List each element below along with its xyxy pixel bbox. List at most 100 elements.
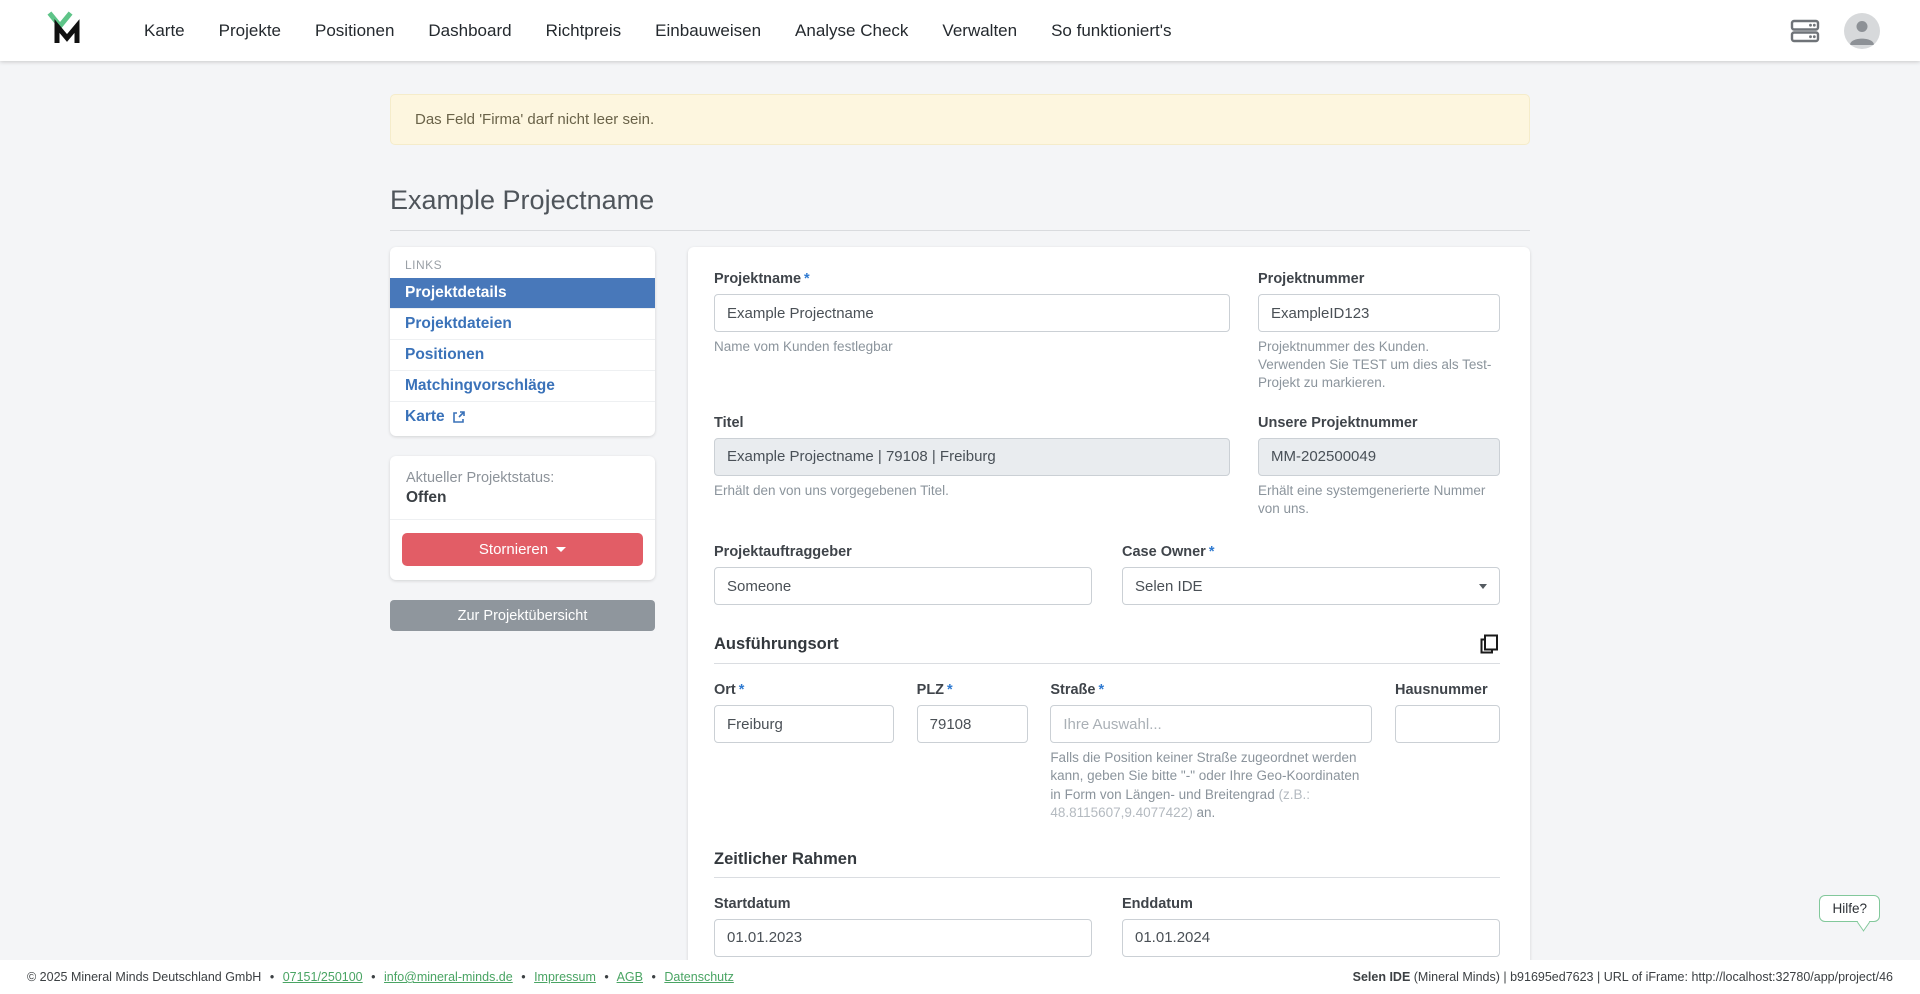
- sidebar-item-karte[interactable]: Karte: [390, 402, 655, 432]
- projektnummer-label: Projektnummer: [1258, 271, 1500, 287]
- nav-item-projekte[interactable]: Projekte: [204, 13, 296, 49]
- footer-link-agb[interactable]: AGB: [617, 970, 643, 984]
- projektnummer-field-group: Projektnummer Projektnummer des Kunden. …: [1258, 271, 1500, 393]
- hausnummer-input[interactable]: [1395, 705, 1500, 743]
- sidebar-item-label: Karte: [405, 408, 445, 426]
- user-avatar-icon[interactable]: [1844, 13, 1880, 49]
- sidebar-item-positionen[interactable]: Positionen: [390, 340, 655, 371]
- project-details-form-card: Projektname* Name vom Kunden festlegbar …: [688, 247, 1530, 979]
- required-marker: *: [947, 682, 953, 698]
- strasse-field-group: Straße* Falls die Position keiner Straße…: [1050, 682, 1372, 822]
- nav-item-karte[interactable]: Karte: [129, 13, 200, 49]
- main-nav-links: Karte Projekte Positionen Dashboard Rich…: [129, 13, 1187, 49]
- case-owner-selected-value: Selen IDE: [1135, 578, 1203, 595]
- sidebar-item-projektdetails[interactable]: Projektdetails: [390, 278, 655, 309]
- stornieren-button[interactable]: Stornieren: [402, 533, 643, 566]
- required-marker: *: [1209, 544, 1215, 560]
- enddatum-field-group: Enddatum: [1122, 896, 1500, 957]
- footer-link-phone[interactable]: 07151/250100: [283, 970, 363, 984]
- copy-icon[interactable]: [1478, 633, 1500, 655]
- nav-item-analyse-check[interactable]: Analyse Check: [780, 13, 923, 49]
- links-card: LINKS Projektdetails Projektdateien Posi…: [390, 247, 655, 436]
- server-icon[interactable]: [1790, 18, 1820, 44]
- footer-user: Selen IDE: [1353, 970, 1411, 984]
- ausfuehrungsort-heading: Ausführungsort: [714, 635, 839, 654]
- sidebar-item-label: Matchingvorschläge: [405, 377, 555, 395]
- startdatum-label: Startdatum: [714, 896, 1092, 912]
- select-caret-icon: [1479, 584, 1487, 589]
- required-marker: *: [804, 271, 810, 287]
- nav-item-einbauweisen[interactable]: Einbauweisen: [640, 13, 776, 49]
- alert-message: Das Feld 'Firma' darf nicht leer sein.: [415, 111, 654, 128]
- links-header: LINKS: [390, 247, 655, 278]
- help-bubble-tail: [1857, 913, 1870, 931]
- projektname-input[interactable]: [714, 294, 1230, 332]
- top-navigation-bar: Karte Projekte Positionen Dashboard Rich…: [0, 0, 1920, 61]
- nav-item-so-funktionierts[interactable]: So funktioniert's: [1036, 13, 1186, 49]
- titel-helper: Erhält den von uns vorgegebenen Titel.: [714, 482, 1230, 500]
- footer-link-email[interactable]: info@mineral-minds.de: [384, 970, 513, 984]
- help-button[interactable]: Hilfe?: [1819, 895, 1880, 922]
- nav-item-richtpreis[interactable]: Richtpreis: [531, 13, 637, 49]
- projektname-field-group: Projektname* Name vom Kunden festlegbar: [714, 271, 1230, 393]
- project-status-card: Aktueller Projektstatus: Offen Storniere…: [390, 456, 655, 580]
- titel-field-group: Titel Erhält den von uns vorgegebenen Ti…: [714, 415, 1230, 518]
- required-marker: *: [739, 682, 745, 698]
- projektnummer-input[interactable]: [1258, 294, 1500, 332]
- projektauftraggeber-field-group: Projektauftraggeber: [714, 544, 1092, 605]
- section-divider: [714, 663, 1500, 664]
- nav-item-positionen[interactable]: Positionen: [300, 13, 409, 49]
- unsere-projektnummer-label: Unsere Projektnummer: [1258, 415, 1500, 431]
- nav-item-dashboard[interactable]: Dashboard: [413, 13, 526, 49]
- enddatum-input[interactable]: [1122, 919, 1500, 957]
- ort-field-group: Ort*: [714, 682, 894, 822]
- titel-input: [714, 438, 1230, 476]
- footer-left: © 2025 Mineral Minds Deutschland GmbH • …: [27, 970, 734, 984]
- sidebar-item-label: Positionen: [405, 346, 484, 364]
- ort-input[interactable]: [714, 705, 894, 743]
- page-title: Example Projectname: [390, 185, 1530, 231]
- sidebar-item-label: Projektdetails: [405, 284, 507, 302]
- footer-session-info: Selen IDE (Mineral Minds) | b91695ed7623…: [1353, 970, 1893, 984]
- enddatum-label: Enddatum: [1122, 896, 1500, 912]
- plz-label: PLZ*: [917, 682, 1028, 698]
- projektname-label: Projektname*: [714, 271, 1230, 287]
- projektname-helper: Name vom Kunden festlegbar: [714, 338, 1230, 356]
- unsere-projektnummer-input: [1258, 438, 1500, 476]
- zur-projektuebersicht-button[interactable]: Zur Projektübersicht: [390, 600, 655, 631]
- strasse-input[interactable]: [1050, 705, 1372, 743]
- strasse-helper: Falls die Position keiner Straße zugeord…: [1050, 749, 1372, 822]
- footer: © 2025 Mineral Minds Deutschland GmbH • …: [0, 960, 1920, 994]
- projektnummer-helper: Projektnummer des Kunden. Verwenden Sie …: [1258, 338, 1500, 393]
- plz-input[interactable]: [917, 705, 1028, 743]
- sidebar-item-label: Projektdateien: [405, 315, 512, 333]
- unsere-projektnummer-field-group: Unsere Projektnummer Erhält eine systemg…: [1258, 415, 1500, 518]
- stornieren-button-label: Stornieren: [479, 541, 548, 558]
- strasse-label: Straße*: [1050, 682, 1372, 698]
- section-divider: [714, 877, 1500, 878]
- status-label: Aktueller Projektstatus:: [406, 470, 639, 486]
- plz-field-group: PLZ*: [917, 682, 1028, 822]
- sidebar-item-projektdateien[interactable]: Projektdateien: [390, 309, 655, 340]
- mineral-minds-logo[interactable]: [45, 8, 91, 54]
- sidebar-item-matchingvorschlaege[interactable]: Matchingvorschläge: [390, 371, 655, 402]
- hausnummer-field-group: Hausnummer: [1395, 682, 1500, 822]
- titel-label: Titel: [714, 415, 1230, 431]
- projektauftraggeber-label: Projektauftraggeber: [714, 544, 1092, 560]
- nav-item-verwalten[interactable]: Verwalten: [927, 13, 1032, 49]
- projektauftraggeber-input[interactable]: [714, 567, 1092, 605]
- hausnummer-label: Hausnummer: [1395, 682, 1500, 698]
- zeitlicher-rahmen-heading: Zeitlicher Rahmen: [714, 850, 857, 869]
- unsere-projektnummer-helper: Erhält eine systemgenerierte Nummer von …: [1258, 482, 1500, 518]
- case-owner-select[interactable]: Selen IDE: [1122, 567, 1500, 605]
- case-owner-field-group: Case Owner* Selen IDE: [1122, 544, 1500, 605]
- external-link-icon: [452, 410, 466, 424]
- startdatum-input[interactable]: [714, 919, 1092, 957]
- startdatum-field-group: Startdatum: [714, 896, 1092, 957]
- footer-copyright: © 2025 Mineral Minds Deutschland GmbH: [27, 970, 261, 984]
- footer-link-impressum[interactable]: Impressum: [534, 970, 596, 984]
- caret-down-icon: [556, 547, 566, 552]
- case-owner-label: Case Owner*: [1122, 544, 1500, 560]
- footer-link-datenschutz[interactable]: Datenschutz: [664, 970, 733, 984]
- validation-alert: Das Feld 'Firma' darf nicht leer sein.: [390, 94, 1530, 145]
